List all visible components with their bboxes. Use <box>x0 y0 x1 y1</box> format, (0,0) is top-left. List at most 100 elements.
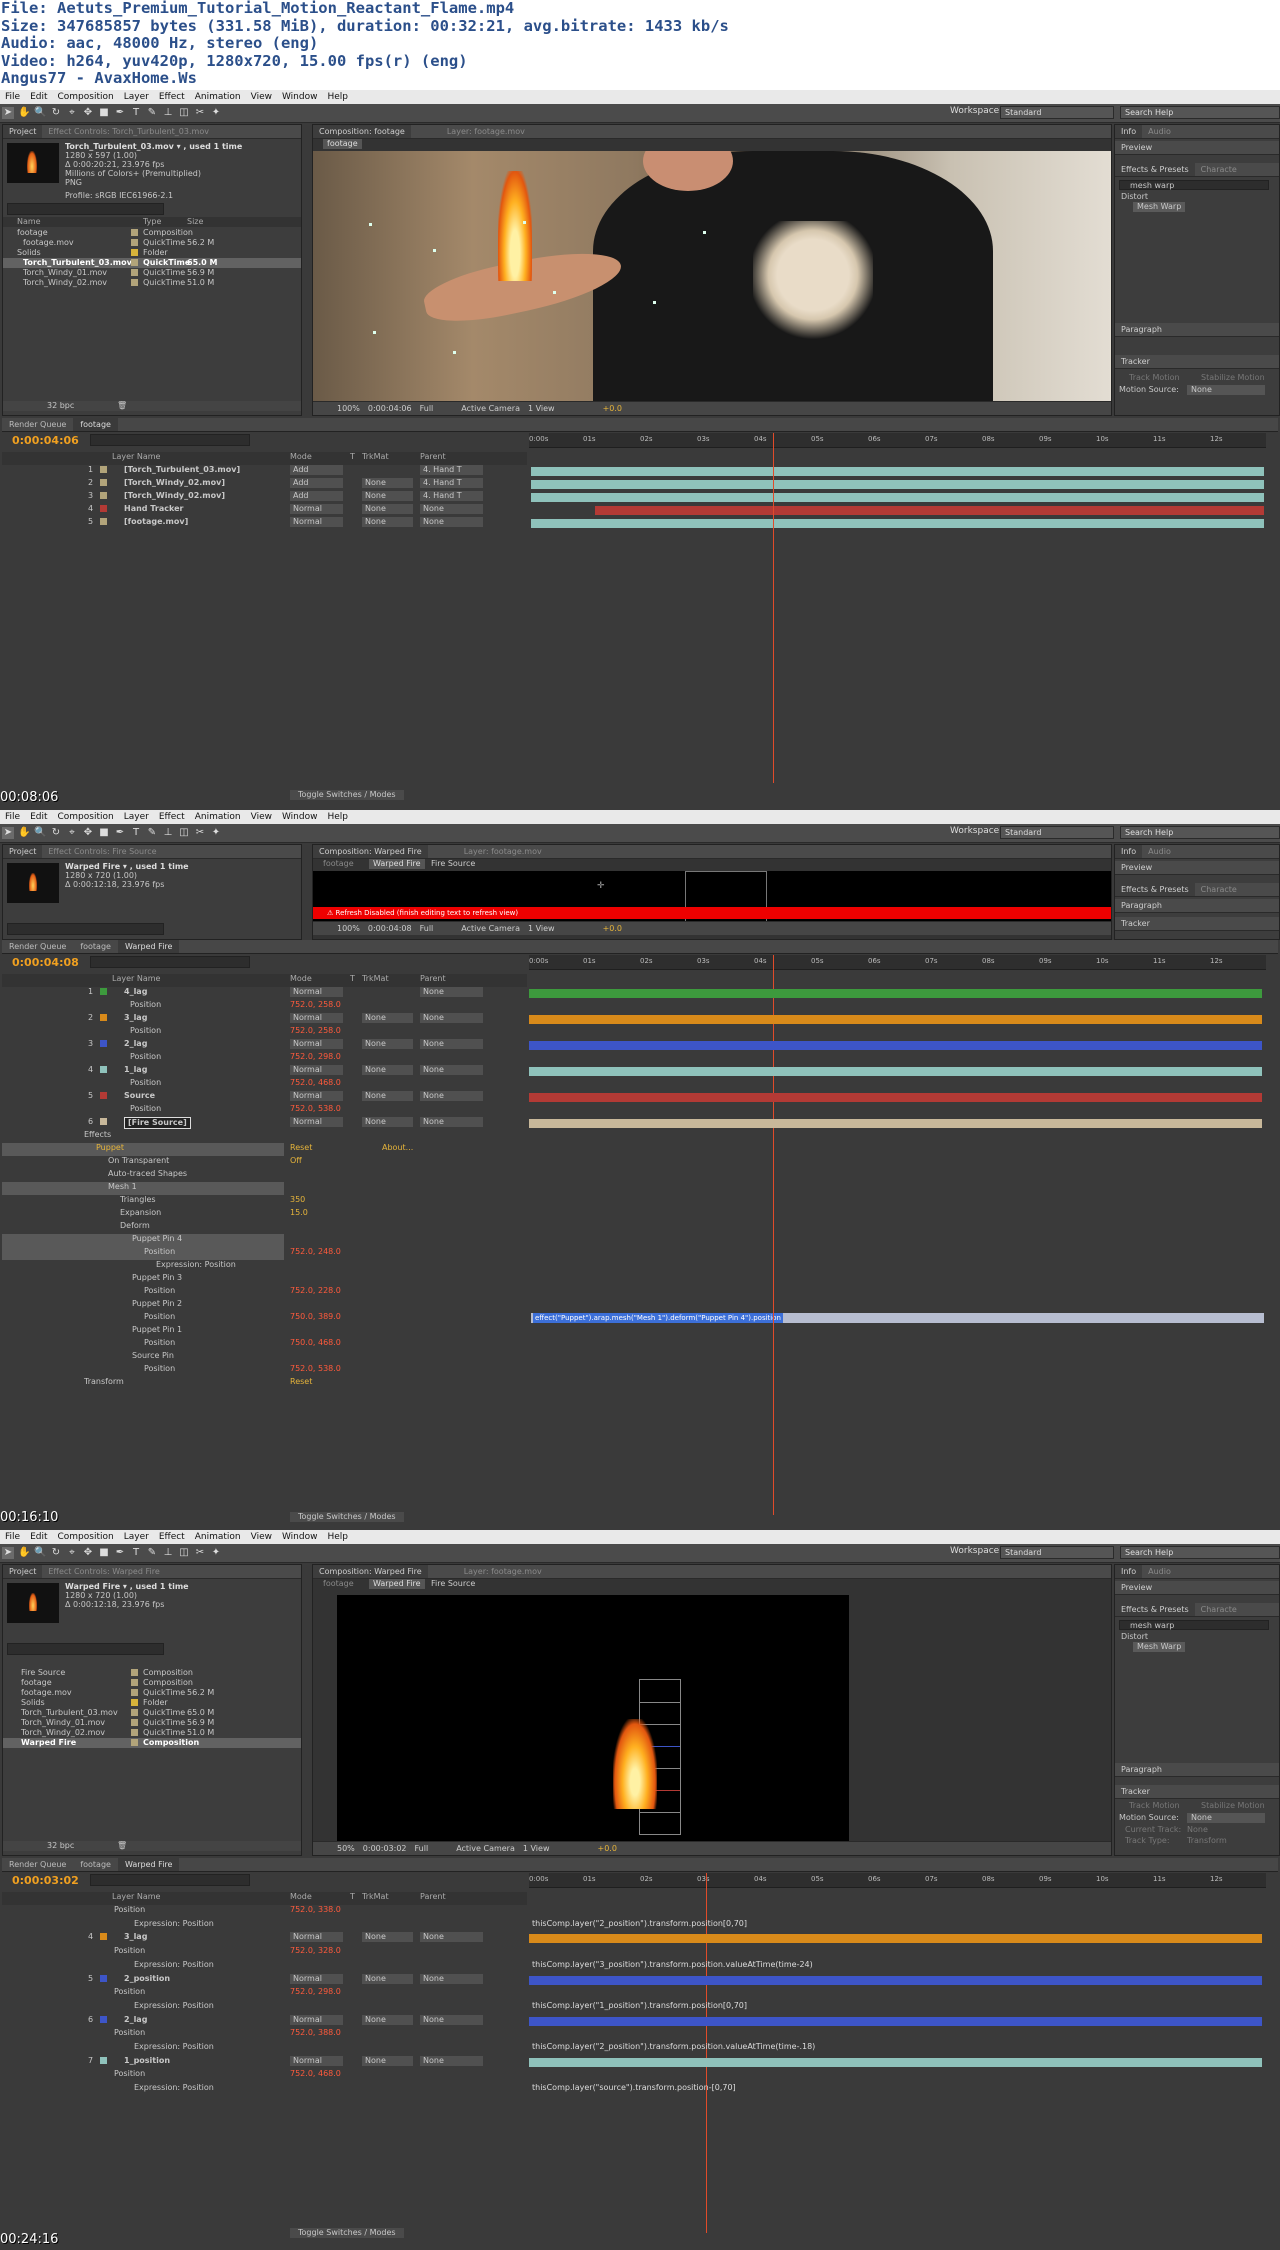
puppet-tool-icon[interactable]: ✦ <box>210 107 222 119</box>
stabilize-motion-button[interactable]: Stabilize Motion <box>1201 373 1265 383</box>
table-row[interactable]: Expression: Position thisComp.layer("3_po… <box>2 1960 1276 1973</box>
tab-info[interactable]: Info <box>1115 845 1143 858</box>
expression-text[interactable]: thisComp.layer("2_position").transform.p… <box>532 1919 747 1929</box>
roto-tool-icon[interactable]: ✂ <box>194 107 206 119</box>
stamp-tool-icon[interactable]: ⊥ <box>162 827 174 839</box>
tab-layer[interactable]: Layer: footage.mov <box>458 1565 548 1578</box>
tab-info[interactable]: Info <box>1115 125 1143 138</box>
track-matte-select[interactable]: None <box>362 1039 413 1049</box>
property-value[interactable]: 750.0, 468.0 <box>290 1338 341 1348</box>
comp-breadcrumb-warped-fire[interactable]: Warped Fire <box>369 1579 425 1589</box>
time-ruler[interactable]: 0:00s 01s 02s 03s 04s 05s 06s 07s 08s 09s 10s 11s 12… <box>529 955 1266 970</box>
camera-select[interactable]: Active Camera <box>457 922 524 935</box>
eraser-tool-icon[interactable]: ◫ <box>178 827 190 839</box>
expression-field[interactable]: effect("Puppet").arap.mesh("Mesh 1").def… <box>531 1313 1264 1323</box>
roto-tool-icon[interactable]: ✂ <box>194 827 206 839</box>
tab-effect-controls[interactable]: Effect Controls: Torch_Turbulent_03.mov <box>42 125 215 138</box>
shape-tool-icon[interactable]: ■ <box>98 107 110 119</box>
menu-view[interactable]: View <box>246 90 277 104</box>
hand-tool-icon[interactable]: ✋ <box>18 1547 30 1559</box>
layer-bar[interactable] <box>529 1015 1262 1024</box>
table-row[interactable]: 2 3_lag Normal None None <box>2 1013 1276 1026</box>
blend-mode-select[interactable]: Normal <box>290 1117 343 1127</box>
blend-mode-select[interactable]: Normal <box>290 1039 343 1049</box>
tab-render-queue[interactable]: Render Queue <box>2 940 73 953</box>
property-value[interactable]: 752.0, 538.0 <box>290 1104 341 1114</box>
parent-select[interactable]: None <box>420 1013 483 1023</box>
layer-name[interactable]: 4_lag <box>124 987 147 997</box>
layer-bar[interactable] <box>529 2016 1262 2026</box>
track-type-select[interactable]: Transform <box>1187 1836 1227 1846</box>
effects-category-distort[interactable]: Distort <box>1121 1632 1148 1642</box>
property-value[interactable]: 750.0, 389.0 <box>290 1312 341 1322</box>
parent-select[interactable]: None <box>420 1973 483 1984</box>
menu-help[interactable]: Help <box>322 1530 353 1544</box>
tab-tracker[interactable]: Tracker <box>1115 1785 1156 1798</box>
parent-select[interactable]: None <box>420 1932 483 1943</box>
track-matte-select[interactable]: None <box>362 1091 413 1101</box>
layer-bar[interactable] <box>529 1093 1262 1102</box>
stamp-tool-icon[interactable]: ⊥ <box>162 107 174 119</box>
table-row[interactable]: 4 1_lag Normal None None <box>2 1065 1276 1078</box>
search-help-field[interactable]: Search Help <box>1120 106 1280 119</box>
tab-tracker[interactable]: Tracker <box>1115 355 1156 368</box>
workspace-select[interactable]: Standard <box>1000 106 1114 119</box>
tab-effects-presets[interactable]: Effects & Presets <box>1115 1603 1195 1616</box>
tab-preview[interactable]: Preview <box>1115 861 1158 874</box>
track-matte-select[interactable]: None <box>362 2055 413 2066</box>
comp-viewer-footage[interactable] <box>313 151 1111 401</box>
menu-file[interactable]: File <box>0 1530 25 1544</box>
pan-behind-tool-icon[interactable]: ✥ <box>82 1547 94 1559</box>
menu-edit[interactable]: Edit <box>25 1530 52 1544</box>
expression-text[interactable]: thisComp.layer("2_position").transform.p… <box>532 2042 815 2052</box>
trash-icon[interactable]: 🗑 <box>117 1841 127 1851</box>
layer-bar[interactable] <box>529 1975 1262 1985</box>
time-ruler[interactable]: 0:00s 01s 02s 03s 04s 05s 06s 07s 08s 09s 10s 11s 12… <box>529 433 1266 448</box>
timeline-timecode[interactable]: 0:00:04:08 <box>12 956 79 969</box>
stabilize-motion-button[interactable]: Stabilize Motion <box>1201 1801 1265 1811</box>
property-value[interactable]: 752.0, 258.0 <box>290 1026 341 1036</box>
table-row[interactable]: 1 [Torch_Turbulent_03.mov] Add 4. Hand T <box>2 465 527 478</box>
tab-project[interactable]: Project <box>3 125 43 138</box>
track-point[interactable] <box>653 301 656 304</box>
property-row[interactable]: Effects <box>2 1130 527 1143</box>
menu-effect[interactable]: Effect <box>154 810 190 824</box>
layer-name[interactable]: 1_position <box>124 2056 170 2066</box>
timeline-search-input[interactable] <box>90 1874 250 1886</box>
table-row[interactable]: 1 4_lag Normal None <box>2 987 1276 1000</box>
current-time-display[interactable]: 0:00:04:06 <box>364 402 416 415</box>
property-value[interactable]: 752.0, 258.0 <box>290 1000 341 1010</box>
view-layout-select[interactable]: 1 View <box>524 922 559 935</box>
tab-timeline-warped-fire[interactable]: Warped Fire <box>117 1858 180 1871</box>
track-matte-select[interactable]: None <box>362 1013 413 1023</box>
effects-search-input[interactable]: mesh warp <box>1119 1620 1269 1630</box>
menu-file[interactable]: File <box>0 810 25 824</box>
comp-breadcrumb-footage[interactable]: footage <box>323 1579 354 1589</box>
tab-timeline-footage[interactable]: footage <box>73 418 118 431</box>
effect-mesh-warp[interactable]: Mesh Warp <box>1133 1642 1186 1652</box>
comp-breadcrumb-fire-source[interactable]: Fire Source <box>431 859 475 869</box>
exposure-value[interactable]: +0.0 <box>599 402 626 415</box>
menu-effect[interactable]: Effect <box>154 90 190 104</box>
track-matte-select[interactable]: None <box>362 1065 413 1075</box>
expression-text[interactable]: effect("Puppet").arap.mesh("Mesh 1").def… <box>533 1313 783 1323</box>
comp-breadcrumb-footage[interactable]: footage <box>323 859 354 869</box>
stamp-tool-icon[interactable]: ⊥ <box>162 1547 174 1559</box>
zoom-select[interactable]: 100% <box>333 922 364 935</box>
eraser-tool-icon[interactable]: ◫ <box>178 1547 190 1559</box>
rotate-tool-icon[interactable]: ↻ <box>50 107 62 119</box>
tab-effects-presets[interactable]: Effects & Presets <box>1115 163 1195 176</box>
rotate-tool-icon[interactable]: ↻ <box>50 827 62 839</box>
layer-bar[interactable] <box>595 506 1264 515</box>
parent-select[interactable]: None <box>420 2055 483 2066</box>
brush-tool-icon[interactable]: ✎ <box>146 1547 158 1559</box>
table-row[interactable]: Position 752.0, 538.0 <box>2 1104 527 1117</box>
menu-layer[interactable]: Layer <box>119 810 154 824</box>
table-row[interactable]: Position 752.0, 468.0 <box>2 2069 1276 2082</box>
table-row[interactable]: 7 1_position Normal None None <box>2 2055 1276 2069</box>
motion-source-select[interactable]: None <box>1187 385 1265 395</box>
camera-select[interactable]: Active Camera <box>452 1842 519 1855</box>
blend-mode-select[interactable]: Normal <box>290 1973 343 1984</box>
layer-bar[interactable] <box>529 1119 1262 1128</box>
menu-layer[interactable]: Layer <box>119 90 154 104</box>
